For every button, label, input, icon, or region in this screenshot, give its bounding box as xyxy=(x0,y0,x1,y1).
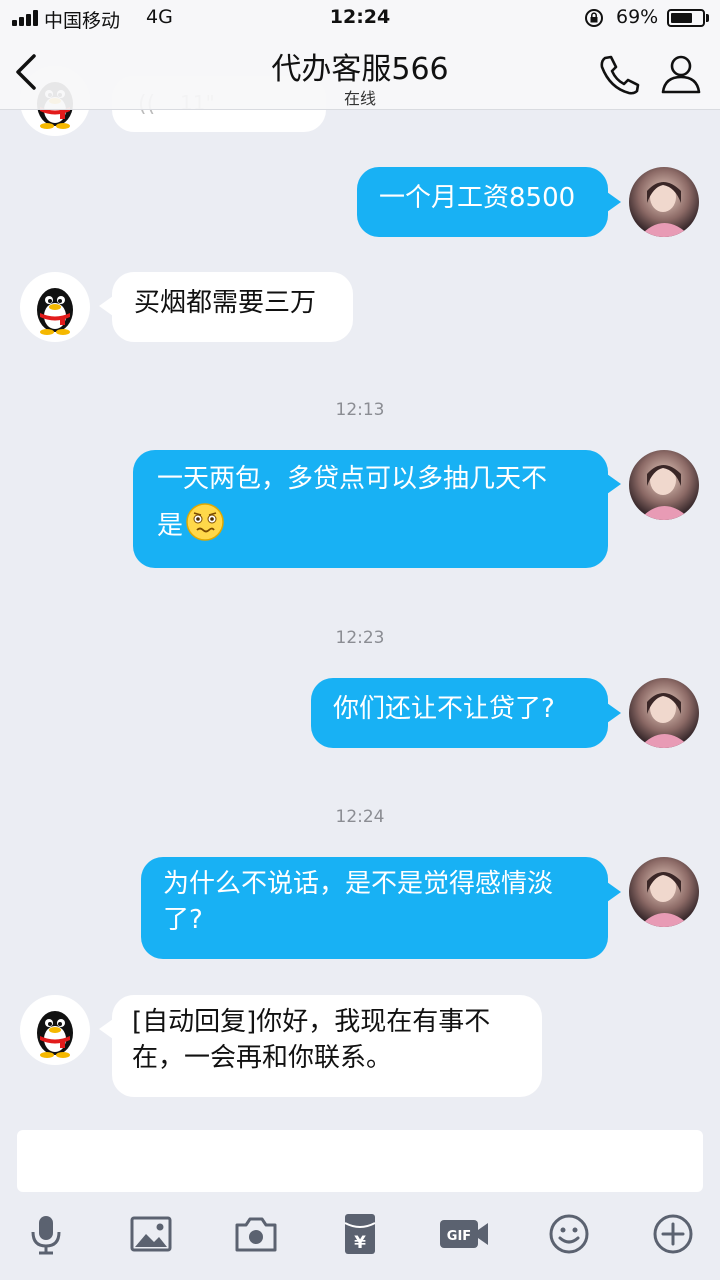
gif-button[interactable]: GIF xyxy=(438,1210,490,1258)
qq-penguin-icon xyxy=(37,1011,73,1058)
status-time: 12:24 xyxy=(329,6,391,28)
message-text: 你们还让不让贷了? xyxy=(333,694,555,724)
user-photo-icon xyxy=(629,167,699,237)
timestamp: 12:23 xyxy=(335,628,385,648)
chat-header: 代办客服566 在线 xyxy=(0,36,720,110)
emoji-icon xyxy=(549,1214,589,1254)
user-photo-icon xyxy=(629,678,699,748)
self-avatar[interactable] xyxy=(629,450,699,520)
status-bar: 中国移动 4G 12:24 69% xyxy=(0,0,720,36)
emoji-button[interactable] xyxy=(545,1210,593,1258)
outgoing-message[interactable]: 一个月工资8500 xyxy=(357,167,608,237)
self-avatar[interactable] xyxy=(629,857,699,927)
outgoing-message[interactable]: 一天两包，多贷点可以多抽几天不 是 xyxy=(133,450,608,568)
outgoing-message[interactable]: 为什么不说话，是不是觉得感情淡 了? xyxy=(141,857,608,959)
battery-icon xyxy=(667,9,705,27)
profile-button[interactable] xyxy=(658,52,704,96)
user-photo-icon xyxy=(629,450,699,520)
outgoing-message[interactable]: 你们还让不让贷了? xyxy=(311,678,608,748)
rotation-lock-icon xyxy=(585,9,603,27)
timestamp: 12:24 xyxy=(335,807,385,827)
auto-reply-message[interactable]: [自动回复]你好，我现在有事不 在，一会再和你联系。 xyxy=(112,995,542,1097)
qq-penguin-icon xyxy=(37,288,73,335)
plus-icon xyxy=(653,1214,693,1254)
battery-percent: 69% xyxy=(616,6,659,28)
image-button[interactable] xyxy=(127,1210,175,1258)
message-text-line: 是 xyxy=(157,511,184,541)
message-text-line: 为什么不说话，是不是觉得感情淡 xyxy=(163,869,554,899)
message-input[interactable] xyxy=(17,1130,703,1192)
gif-icon: GIF xyxy=(440,1220,488,1248)
message-text: 买烟都需要三万 xyxy=(134,288,317,318)
self-avatar[interactable] xyxy=(629,678,699,748)
red-packet-icon: ¥ xyxy=(344,1214,376,1254)
camera-button[interactable] xyxy=(232,1210,280,1258)
svg-text:GIF: GIF xyxy=(447,1229,471,1244)
message-text: 一个月工资8500 xyxy=(379,183,576,213)
timestamp: 12:13 xyxy=(335,400,385,420)
incoming-message[interactable]: 买烟都需要三万 xyxy=(112,272,353,342)
chat-messages[interactable]: (( 11" 一个月工资8500 买烟都需要三万 12:13 xyxy=(0,36,720,1122)
voice-button[interactable] xyxy=(22,1210,70,1258)
contact-avatar[interactable] xyxy=(20,995,90,1065)
more-button[interactable] xyxy=(649,1210,697,1258)
user-photo-icon xyxy=(629,857,699,927)
svg-text:¥: ¥ xyxy=(354,1233,366,1253)
chat-toolbar: ¥ GIF xyxy=(0,1196,720,1280)
image-icon xyxy=(130,1216,172,1252)
self-avatar[interactable] xyxy=(629,167,699,237)
microphone-icon xyxy=(31,1216,61,1255)
awkward-smile-emoji-icon xyxy=(186,503,224,541)
red-packet-button[interactable]: ¥ xyxy=(336,1210,384,1258)
message-text-line: 一天两包，多贷点可以多抽几天不 xyxy=(157,464,548,494)
phone-call-button[interactable] xyxy=(596,52,642,96)
camera-icon xyxy=(235,1217,277,1252)
contact-avatar[interactable] xyxy=(20,272,90,342)
